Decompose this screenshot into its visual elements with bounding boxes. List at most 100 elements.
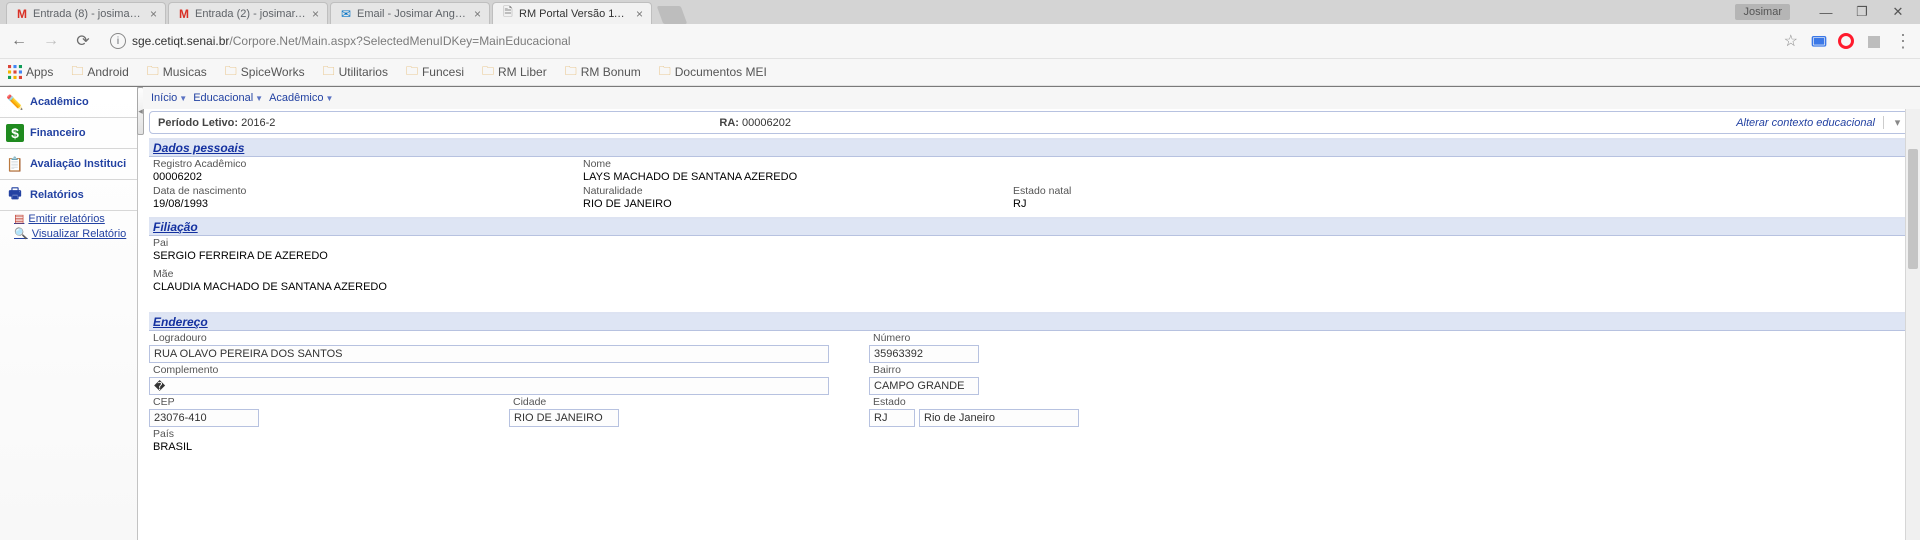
value-pai: SERGIO FERREIRA DE AZEREDO (149, 250, 1914, 263)
bookmark-folder[interactable]: 🗀SpiceWorks (225, 62, 305, 83)
window-controls: Josimar — ❐ ✕ (1735, 0, 1916, 24)
menu-inicio[interactable]: Início▼ (151, 92, 187, 104)
section-title-dados: Dados pessoais (149, 140, 1914, 157)
value-naturalidade: RIO DE JANEIRO (579, 198, 1009, 211)
form-body: Dados pessoais Registro Acadêmico 000062… (149, 138, 1914, 536)
tab-title: RM Portal Versão 11.83.5 (519, 8, 630, 20)
window-close[interactable]: ✕ (1880, 1, 1916, 23)
clipboard-icon: 📋 (6, 155, 24, 173)
app-frame: ✏️ Acadêmico $ Financeiro 📋 Avaliação In… (0, 86, 1920, 540)
sidebar-item-academico[interactable]: ✏️ Acadêmico (0, 87, 137, 118)
bookmark-folder[interactable]: 🗀Android (71, 62, 128, 83)
label-cep: CEP (149, 395, 509, 409)
browser-tab-active[interactable]: 🗎 RM Portal Versão 11.83.5 × (492, 2, 652, 24)
back-button[interactable]: ← (8, 30, 30, 52)
tab-strip: M Entrada (8) - josimarang × M Entrada (… (0, 0, 1920, 24)
window-maximize[interactable]: ❐ (1844, 1, 1880, 23)
periodo-label: Período Letivo: (158, 117, 238, 129)
tab-title: Entrada (8) - josimarang (33, 8, 144, 20)
user-chip[interactable]: Josimar (1735, 4, 1790, 20)
search-icon: 🔍 (14, 227, 28, 240)
new-tab-button[interactable] (657, 6, 688, 24)
close-icon[interactable]: × (150, 7, 157, 21)
value-pais: BRASIL (149, 441, 1914, 454)
extension-icon[interactable] (1866, 34, 1882, 48)
chevron-down-icon[interactable]: ▾ (1883, 116, 1905, 129)
bookmark-folder[interactable]: 🗀Utilitarios (323, 62, 388, 83)
forward-button[interactable]: → (40, 30, 62, 52)
url-text: sge.cetiqt.senai.br/Corpore.Net/Main.asp… (132, 34, 571, 48)
close-icon[interactable]: × (636, 7, 643, 21)
opera-icon[interactable] (1838, 33, 1854, 49)
folder-icon: 🗀 (406, 62, 418, 83)
menu-academico[interactable]: Acadêmico▼ (269, 92, 333, 104)
label-pai: Pai (149, 236, 1914, 250)
label-naturalidade: Naturalidade (579, 184, 1009, 198)
change-context-link[interactable]: Alterar contexto educacional (1736, 117, 1875, 129)
menu-educacional[interactable]: Educacional▼ (193, 92, 263, 104)
window-minimize[interactable]: — (1808, 1, 1844, 23)
menu-icon[interactable]: ⋮ (1894, 31, 1912, 52)
gmail-icon: M (15, 7, 29, 21)
browser-tab[interactable]: M Entrada (2) - josimar.pat × (168, 2, 328, 24)
input-complemento[interactable]: � (149, 377, 829, 395)
apps-grid-icon (8, 65, 22, 79)
mail-icon: ✉ (339, 7, 353, 21)
tree-link-emitir[interactable]: ▤ Emitir relatórios (14, 211, 137, 226)
browser-tab[interactable]: M Entrada (8) - josimarang × (6, 2, 166, 24)
sidebar-item-label: Acadêmico (30, 96, 89, 108)
gmail-icon: M (177, 7, 191, 21)
folder-icon: 🗀 (482, 62, 494, 83)
tab-title: Entrada (2) - josimar.pat (195, 8, 306, 20)
site-info-icon[interactable]: i (110, 33, 126, 49)
address-bar[interactable]: i sge.cetiqt.senai.br/Corpore.Net/Main.a… (104, 33, 1774, 49)
vertical-scrollbar[interactable] (1905, 109, 1920, 540)
label-bairro: Bairro (869, 363, 1109, 377)
printer-icon: 🖶 (6, 186, 24, 204)
pencil-icon: ✏️ (6, 93, 24, 111)
input-numero[interactable]: 35963392 (869, 345, 979, 363)
input-estado-code[interactable]: RJ (869, 409, 915, 427)
label-estado: Estado (869, 395, 1109, 409)
address-bar-row: ← → ⟳ i sge.cetiqt.senai.br/Corpore.Net/… (0, 24, 1920, 58)
label-mae: Mãe (149, 267, 1914, 281)
bookmark-star-icon[interactable]: ☆ (1784, 31, 1798, 51)
input-cidade[interactable]: RIO DE JANEIRO (509, 409, 619, 427)
bookmark-folder[interactable]: 🗀Documentos MEI (659, 62, 767, 83)
sidebar-item-relatorios[interactable]: 🖶 Relatórios (0, 180, 137, 211)
bookmark-folder[interactable]: 🗀RM Liber (482, 62, 547, 83)
value-nome: LAYS MACHADO DE SANTANA AZEREDO (579, 171, 1009, 184)
report-icon: ▤ (14, 212, 24, 225)
label-estado-natal: Estado natal (1009, 184, 1439, 198)
top-menu: Início▼ Educacional▼ Acadêmico▼ (143, 87, 1920, 109)
tree-link-visualizar[interactable]: 🔍 Visualizar Relatório (14, 226, 137, 241)
reload-button[interactable]: ⟳ (72, 30, 94, 52)
section-title-endereco: Endereço (149, 314, 1914, 331)
browser-chrome: M Entrada (8) - josimarang × M Entrada (… (0, 0, 1920, 86)
input-logradouro[interactable]: RUA OLAVO PEREIRA DOS SANTOS (149, 345, 829, 363)
folder-icon: 🗀 (71, 62, 83, 83)
bookmarks-bar: Apps 🗀Android 🗀Musicas 🗀SpiceWorks 🗀Util… (0, 58, 1920, 86)
input-bairro[interactable]: CAMPO GRANDE (869, 377, 979, 395)
label-nome: Nome (579, 157, 1009, 171)
sidebar-item-financeiro[interactable]: $ Financeiro (0, 118, 137, 149)
label-cidade: Cidade (509, 395, 869, 409)
bookmark-folder[interactable]: 🗀RM Bonum (565, 62, 641, 83)
sidebar-tree: ▤ Emitir relatórios 🔍 Visualizar Relatór… (0, 211, 137, 241)
bookmark-folder[interactable]: 🗀Funcesi (406, 62, 464, 83)
input-estado-name[interactable]: Rio de Janeiro (919, 409, 1079, 427)
close-icon[interactable]: × (312, 7, 319, 21)
scrollbar-thumb[interactable] (1908, 149, 1918, 269)
value-dob: 19/08/1993 (149, 198, 579, 211)
sidebar-item-avaliacao[interactable]: 📋 Avaliação Instituci (0, 149, 137, 180)
close-icon[interactable]: × (474, 7, 481, 21)
value-estado-natal: RJ (1009, 198, 1439, 211)
apps-shortcut[interactable]: Apps (8, 65, 53, 79)
ra-value: 00006202 (742, 117, 791, 129)
folder-icon: 🗀 (323, 62, 335, 83)
bookmark-folder[interactable]: 🗀Musicas (147, 62, 207, 83)
browser-tab[interactable]: ✉ Email - Josimar Angelo - × (330, 2, 490, 24)
cast-icon[interactable] (1810, 34, 1826, 48)
input-cep[interactable]: 23076-410 (149, 409, 259, 427)
chevron-down-icon: ▼ (326, 94, 334, 103)
